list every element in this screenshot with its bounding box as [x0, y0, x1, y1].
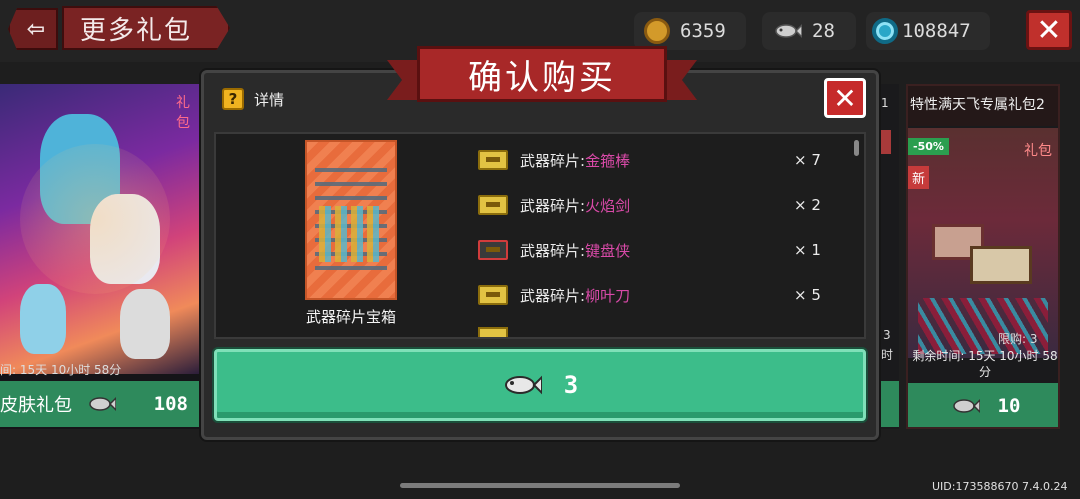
trait-pack-artwork — [908, 128, 1058, 358]
peek-card: 1 3 时 — [879, 84, 899, 429]
gift-tag: 礼包 — [176, 95, 190, 131]
character-art — [20, 284, 66, 354]
gift-tag: 礼包 — [1024, 143, 1052, 159]
skin-pack-timer: 间: 15天 10小时 58分 — [0, 363, 122, 377]
peek-text: 3 — [883, 328, 891, 342]
gold-coin-icon — [644, 18, 670, 44]
close-x-icon: ✕ — [833, 81, 857, 115]
weapon-shard-icon — [478, 195, 508, 215]
fish-amount: 28 — [812, 20, 835, 42]
item-prefix: 武器碎片: — [520, 286, 586, 305]
item-prefix: 武器碎片: — [520, 151, 586, 170]
trait-pack-card[interactable]: 特性满天飞专属礼包2 -50% 新 礼包 限购: 3 剩余时间: 15天 10小… — [906, 84, 1060, 429]
exit-arrow-icon: ⇦ — [26, 16, 46, 42]
close-x-icon: ✕ — [1036, 12, 1062, 48]
item-prefix: 武器碎片: — [520, 241, 586, 260]
fish-icon — [952, 398, 980, 414]
gem-currency: 108847 — [866, 12, 990, 50]
list-item: 武器碎片: 键盘侠 — [478, 236, 630, 264]
close-dialog-button[interactable]: ✕ — [824, 78, 866, 118]
weapon-shard-icon — [478, 150, 508, 170]
chest-name: 武器碎片宝箱 — [305, 308, 396, 326]
close-page-button[interactable]: ✕ — [1026, 10, 1072, 50]
peek-price-bar — [879, 381, 899, 427]
page-title: 更多礼包 — [80, 15, 193, 46]
weapon-shard-icon — [478, 327, 508, 337]
blue-gem-icon — [872, 18, 898, 44]
peek-badge — [879, 130, 891, 154]
weapon-name: 金箍棒 — [585, 151, 631, 170]
new-badge: 新 — [908, 166, 930, 189]
back-button[interactable]: ⇦ — [8, 8, 58, 50]
list-item: 武器碎片: 金箍棒 — [478, 146, 630, 174]
item-quantity: × 5 — [794, 286, 821, 304]
list-item: 武器碎片: 火焰剑 — [478, 191, 630, 219]
scrollbar[interactable] — [854, 140, 859, 156]
purchase-limit: 限购: 3 — [998, 332, 1038, 346]
trait-pack-title: 特性满天飞专属礼包2 — [908, 86, 1058, 126]
weapon-shard-chest-image — [305, 140, 397, 300]
fish-currency: 28 — [762, 12, 856, 50]
trait-pack-timer: 剩余时间: 15天 10小时 58分 — [912, 349, 1058, 379]
fish-icon — [775, 23, 802, 39]
trait-pack-price-bar[interactable]: 10 — [908, 383, 1058, 427]
character-art — [40, 114, 120, 224]
fish-icon — [504, 375, 542, 395]
item-quantity: × 2 — [794, 196, 821, 214]
question-mark-icon[interactable]: ? — [222, 88, 244, 110]
item-quantity: × 7 — [794, 151, 821, 169]
details-label: 详情 — [254, 90, 285, 109]
gem-amount: 108847 — [902, 20, 971, 42]
page-title-plate: 更多礼包 — [62, 6, 230, 50]
dialog-title-ribbon: 确认购买 — [387, 44, 697, 114]
discount-badge: -50% — [908, 138, 949, 155]
weapon-shard-icon — [478, 240, 508, 260]
peek-text: 1 — [881, 96, 889, 110]
weapon-name: 火焰剑 — [585, 196, 631, 215]
fish-icon — [89, 396, 116, 412]
weapons-art — [319, 206, 383, 262]
skin-pack-price-bar[interactable]: 皮肤礼包 108 — [0, 381, 200, 427]
skin-pack-price: 108 — [153, 393, 188, 415]
pack-contents-panel[interactable]: 武器碎片宝箱 武器碎片: 金箍棒 × 7 武器碎片: 火焰剑 × 2 武器碎片:… — [214, 132, 866, 339]
purchase-price: 3 — [563, 371, 579, 399]
peek-text: 时 — [881, 348, 894, 362]
weapon-name: 柳叶刀 — [585, 286, 631, 305]
item-prefix: 武器碎片: — [520, 196, 586, 215]
details-header: ? 详情 — [222, 88, 284, 110]
item-quantity: × 1 — [794, 241, 821, 259]
confirm-purchase-button[interactable]: 3 — [214, 349, 866, 421]
character-art — [120, 289, 170, 359]
list-item: 武器碎片: 柳叶刀 — [478, 281, 630, 309]
gold-amount: 6359 — [680, 20, 726, 42]
weapon-name: 键盘侠 — [585, 241, 631, 260]
weapon-shard-icon — [478, 285, 508, 305]
trait-pack-price: 10 — [997, 395, 1021, 417]
ribbon-body: 确认购买 — [417, 46, 667, 102]
skin-pack-name: 皮肤礼包 — [0, 395, 72, 416]
character-art — [90, 194, 160, 284]
ticket-art — [970, 246, 1032, 284]
skin-pack-artwork — [0, 84, 200, 374]
user-id-version: UID:173588670 7.4.0.24 — [932, 480, 1068, 493]
dialog-title: 确认购买 — [468, 57, 616, 98]
home-indicator[interactable] — [400, 483, 680, 488]
